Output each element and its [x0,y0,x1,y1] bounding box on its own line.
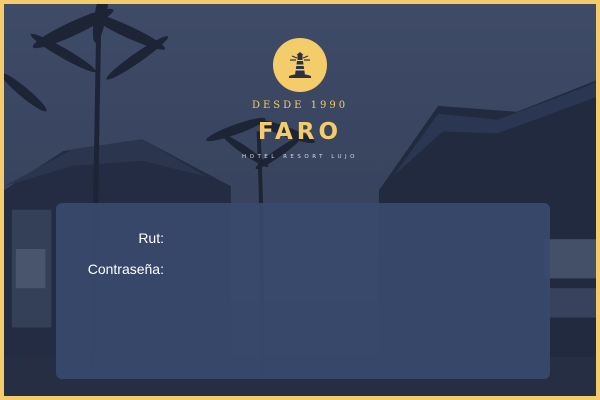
established-text: DESDE 1990 [251,100,349,111]
login-page: DESDE 1990 FARO HOTEL RESORT LUJO Rut: C… [0,0,600,400]
password-label: Contraseña: [87,261,164,277]
password-input[interactable] [164,259,432,279]
rut-row: Rut: [56,228,432,248]
rut-input[interactable] [164,228,432,248]
rut-label: Rut: [138,230,164,246]
brand-block: DESDE 1990 FARO HOTEL RESORT LUJO [4,38,596,160]
login-form: Rut: Contraseña: [56,203,550,379]
password-row: Contraseña: [56,259,432,279]
lighthouse-icon [273,38,327,92]
brand-name: FARO [257,119,343,145]
brand-tagline: HOTEL RESORT LUJO [241,154,359,160]
